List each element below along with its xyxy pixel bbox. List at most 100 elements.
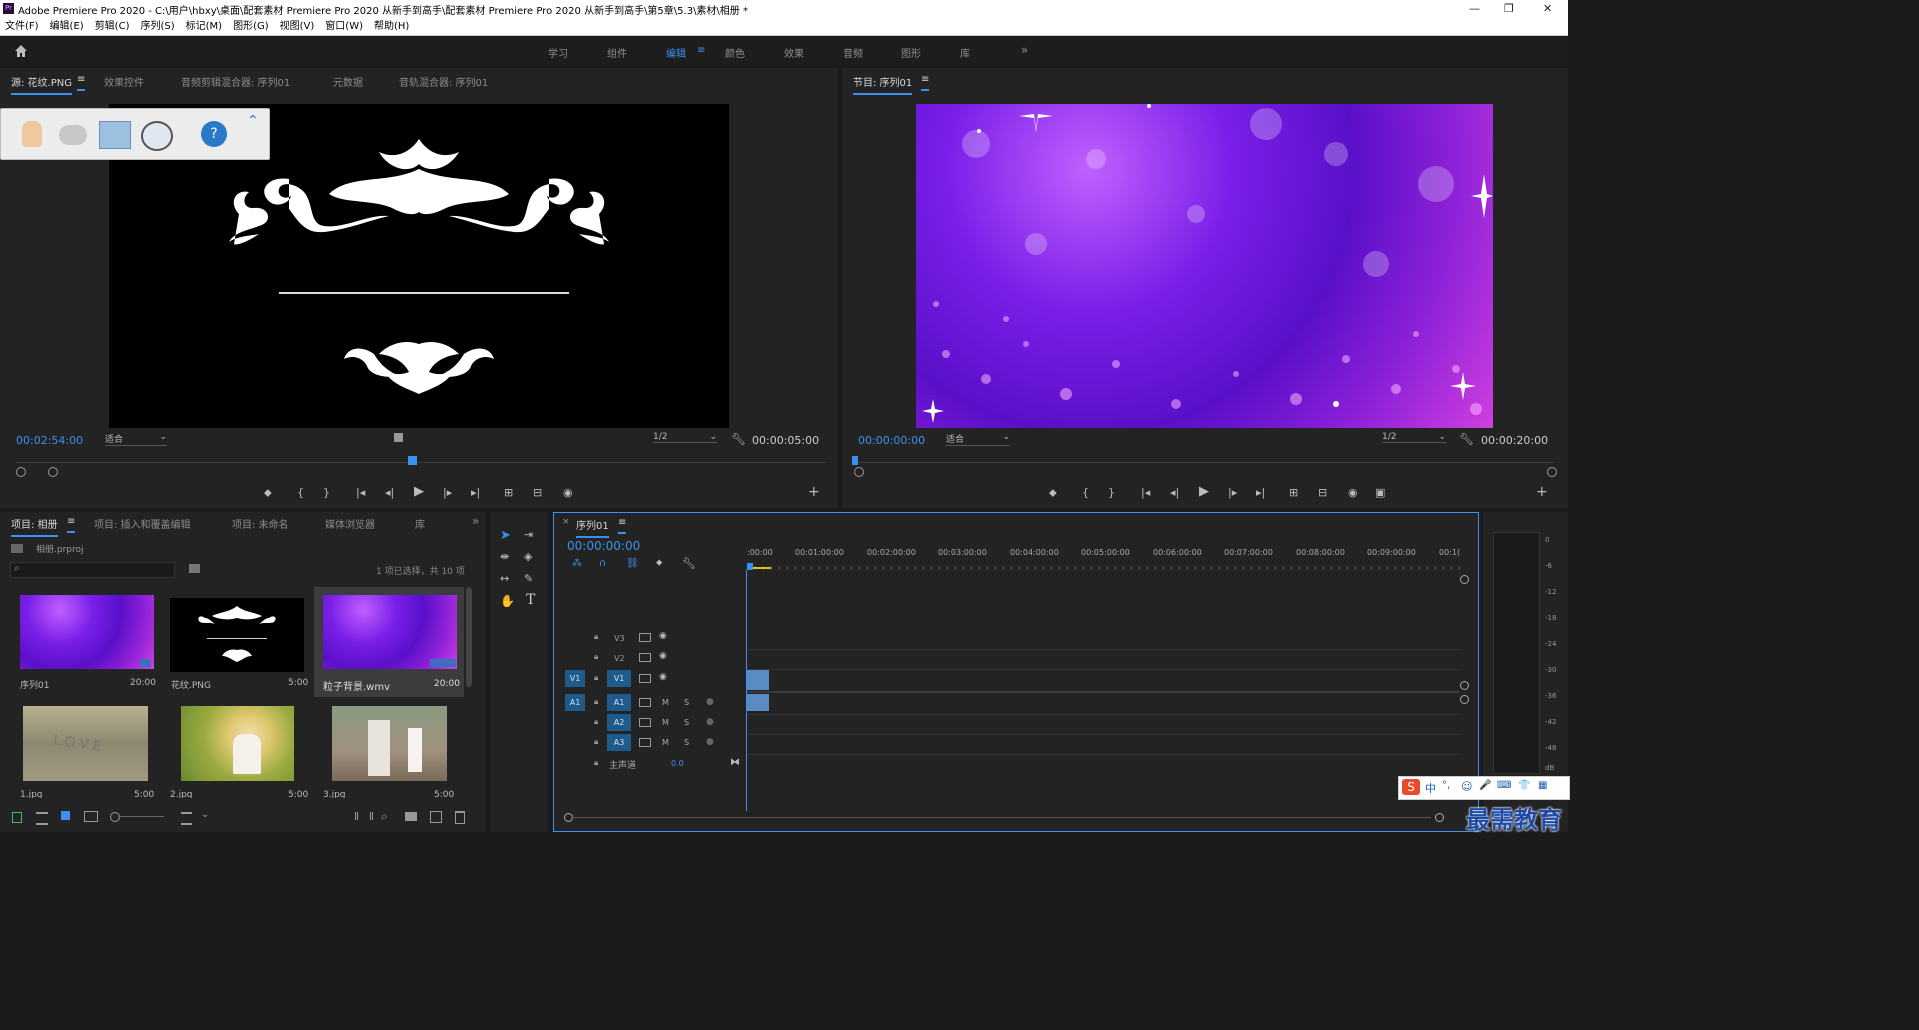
track-lock-icon[interactable]: 🔒︎ xyxy=(594,737,598,747)
track-target-a2[interactable]: A2 xyxy=(607,714,631,731)
tab-sequence[interactable]: 序列01 xyxy=(576,517,609,538)
mark-out-button[interactable]: } xyxy=(323,486,330,499)
hand-tool-icon[interactable]: ✋ xyxy=(500,594,515,608)
track-eye-icon[interactable]: ◉ xyxy=(659,651,667,661)
workspace-editing[interactable]: 编辑 xyxy=(666,45,686,60)
play-button[interactable]: ▶ xyxy=(414,484,424,499)
menu-window[interactable]: 窗口(W) xyxy=(325,18,363,35)
track-eye-icon[interactable]: ◉ xyxy=(659,672,667,682)
voiceover-mic-icon[interactable]: ● xyxy=(706,717,714,727)
ime-chinese-mode[interactable]: 中 xyxy=(1425,780,1436,796)
track-lock-icon[interactable]: 🔒︎ xyxy=(594,717,598,727)
tab-source-menu-icon[interactable]: ≡ xyxy=(77,74,86,91)
ime-punctuation[interactable]: °, xyxy=(1442,780,1450,791)
track-lock-icon[interactable]: 🔒︎ xyxy=(594,758,598,768)
ime-keyboard-icon[interactable]: ⌨ xyxy=(1497,780,1511,791)
workspace-effects[interactable]: 效果 xyxy=(784,45,804,60)
safe-margins-icon[interactable] xyxy=(394,433,403,442)
pen-tool-icon[interactable]: ✎ xyxy=(524,572,538,586)
step-back-button[interactable]: ◂| xyxy=(385,486,394,499)
new-bin-icon[interactable] xyxy=(405,812,417,821)
timeline-ruler[interactable]: :00:00 00:01:00:00 00:02:00:00 00:03:00:… xyxy=(747,546,1467,570)
project-item-sequence[interactable]: 序列01 20:00 xyxy=(10,589,160,694)
tab-project-untitled[interactable]: 项目: 未命名 xyxy=(232,516,289,531)
program-go-to-in-button[interactable]: |◂ xyxy=(1141,486,1150,499)
razor-tool-icon[interactable]: ◈ xyxy=(524,550,538,564)
source-patch-a1[interactable]: A1 xyxy=(565,694,585,711)
icon-view-icon[interactable] xyxy=(61,811,70,820)
type-tool-icon[interactable]: T xyxy=(526,592,540,608)
ime-skin-icon[interactable]: 👕 xyxy=(1518,780,1530,791)
mute-button[interactable]: M xyxy=(662,738,669,747)
solo-button[interactable]: S xyxy=(684,718,689,727)
sogou-logo-icon[interactable]: S xyxy=(1402,779,1420,795)
menu-edit[interactable]: 编辑(E) xyxy=(50,18,84,35)
step-forward-button[interactable]: |▸ xyxy=(443,486,452,499)
track-output-icon[interactable] xyxy=(639,698,651,707)
program-playhead[interactable] xyxy=(852,456,858,465)
menu-view[interactable]: 视图(V) xyxy=(280,18,315,35)
timeline-timecode[interactable]: 00:00:00:00 xyxy=(567,539,640,553)
menu-markers[interactable]: 标记(M) xyxy=(186,18,222,35)
ime-emoji-icon[interactable]: ☺ xyxy=(1461,780,1472,793)
overwrite-button[interactable]: ⊟ xyxy=(533,486,542,499)
workspace-learning[interactable]: 学习 xyxy=(548,45,568,60)
track-output-icon[interactable] xyxy=(639,718,651,727)
program-wrench-icon[interactable]: 🔧︎ xyxy=(1459,432,1474,446)
mute-button[interactable]: M xyxy=(662,718,669,727)
lock-icon[interactable] xyxy=(12,812,22,823)
new-search-bin-icon[interactable] xyxy=(189,564,200,573)
timeline-settings-icon[interactable]: 🔧︎ xyxy=(682,557,696,570)
source-zoom-handle-left[interactable] xyxy=(16,467,26,477)
track-label[interactable]: V2 xyxy=(614,654,625,663)
project-overflow-icon[interactable]: » xyxy=(472,514,479,528)
maximize-button[interactable]: ❐ xyxy=(1504,2,1514,15)
track-target-a1[interactable]: A1 xyxy=(607,694,631,711)
new-item-icon[interactable] xyxy=(430,811,442,823)
project-scrollbar[interactable] xyxy=(466,587,472,687)
menu-clip[interactable]: 剪辑(C) xyxy=(95,18,130,35)
tab-program[interactable]: 节目: 序列01 xyxy=(853,74,913,95)
tab-audio-clip-mixer[interactable]: 音频剪辑混合器: 序列01 xyxy=(181,74,290,89)
solo-button[interactable]: S xyxy=(684,698,689,707)
slip-tool-icon[interactable]: ↔ xyxy=(500,572,514,586)
source-timecode[interactable]: 00:02:54:00 xyxy=(16,434,83,447)
tab-project-insert[interactable]: 项目: 插入和覆盖编辑 xyxy=(94,516,191,531)
ripple-edit-tool-icon[interactable]: ⇼ xyxy=(500,550,514,564)
tab-media-browser[interactable]: 媒体浏览器 xyxy=(325,516,375,531)
tab-project-album[interactable]: 项目: 相册 xyxy=(11,516,58,537)
tab-audio-track-mixer[interactable]: 音轨混合器: 序列01 xyxy=(399,74,488,89)
tab-project-menu-icon[interactable]: ≡ xyxy=(67,516,76,533)
go-to-out-button[interactable]: ▸| xyxy=(471,486,480,499)
source-resolution-dropdown[interactable]: 1/2 ⌄ xyxy=(653,432,717,443)
project-item-photo-1[interactable]: LOVE 1.jpg 5:00 xyxy=(10,702,160,798)
track-eye-icon[interactable]: ◉ xyxy=(659,631,667,641)
track-output-icon[interactable] xyxy=(639,674,651,683)
track-lock-icon[interactable]: 🔒︎ xyxy=(594,673,598,683)
master-volume-value[interactable]: 0.0 xyxy=(671,759,684,768)
list-view-icon[interactable] xyxy=(36,812,48,825)
add-marker-button[interactable]: ⬥ xyxy=(264,486,272,500)
project-item-ornament[interactable]: 花纹.PNG 5:00 xyxy=(160,589,312,694)
close-sequence-tab-icon[interactable]: × xyxy=(562,517,570,527)
help-icon[interactable]: ? xyxy=(201,121,227,147)
voiceover-mic-icon[interactable]: ● xyxy=(706,697,714,707)
source-playhead[interactable] xyxy=(408,456,417,465)
timeline-playhead-head[interactable] xyxy=(747,563,753,570)
track-output-icon[interactable] xyxy=(639,738,651,747)
hand-tool-icon[interactable] xyxy=(22,121,42,147)
tab-effect-controls[interactable]: 效果控件 xyxy=(104,74,144,89)
comment-icon[interactable] xyxy=(59,125,87,145)
program-timecode[interactable]: 00:00:00:00 xyxy=(858,434,925,447)
program-add-button[interactable]: + xyxy=(1536,484,1548,500)
source-add-button[interactable]: + xyxy=(808,484,820,500)
source-patch-v1[interactable]: V1 xyxy=(565,670,585,687)
track-select-tool-icon[interactable]: ⇥ xyxy=(524,528,538,542)
program-export-frame-button[interactable]: ◉ xyxy=(1348,486,1358,499)
mark-in-button[interactable]: { xyxy=(297,486,304,499)
program-resolution-dropdown[interactable]: 1/2 ⌄ xyxy=(1382,432,1446,443)
zoom-icon[interactable] xyxy=(141,121,173,151)
selection-tool-icon[interactable]: ➤ xyxy=(500,528,514,543)
h-scroll-handle-right[interactable] xyxy=(1435,813,1444,822)
project-search-input[interactable]: ⌕ xyxy=(10,562,175,578)
